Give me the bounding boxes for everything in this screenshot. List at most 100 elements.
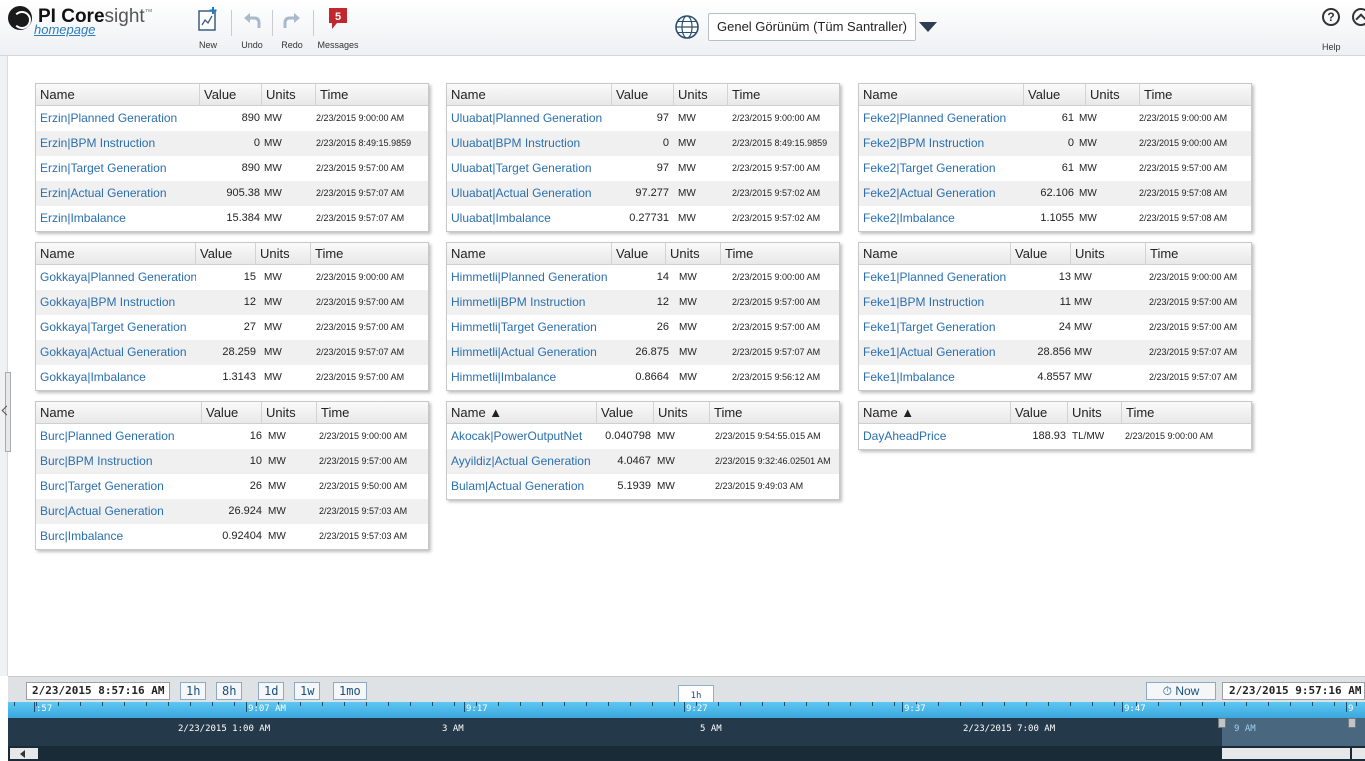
cell-name[interactable]: Burc|BPM Instruction: [36, 449, 196, 474]
overview-end-handle[interactable]: [1348, 718, 1356, 728]
table-row[interactable]: Gokkaya|Planned Generation 15 MW 2/23/2015 …: [36, 265, 428, 290]
cell-name[interactable]: Erzin|BPM Instruction: [36, 131, 196, 156]
chevron-down-icon[interactable]: [919, 22, 937, 32]
column-header-name[interactable]: Name: [447, 243, 612, 265]
column-header-time[interactable]: Time: [728, 84, 841, 106]
homepage-link[interactable]: homepage: [34, 22, 95, 37]
table-row[interactable]: Gokkaya|Actual Generation 28.259 MW 2/23/20…: [36, 340, 428, 365]
cell-name[interactable]: Burc|Imbalance: [36, 524, 196, 549]
column-header-name[interactable]: Name: [36, 402, 202, 424]
column-header-time[interactable]: Time: [1146, 243, 1253, 265]
cell-name[interactable]: Feke1|Actual Generation: [859, 340, 1009, 365]
column-header-units[interactable]: Units: [1086, 84, 1140, 106]
undo-button[interactable]: Undo: [230, 4, 274, 52]
scroll-right-button[interactable]: [1352, 748, 1365, 759]
cell-name[interactable]: Uluabat|Planned Generation: [447, 106, 607, 131]
cell-name[interactable]: Gokkaya|Actual Generation: [36, 340, 196, 365]
display-selector[interactable]: Genel Görünüm (Tüm Santraller): [708, 13, 917, 41]
cell-name[interactable]: Uluabat|Actual Generation: [447, 181, 607, 206]
scroll-left-button[interactable]: [10, 748, 38, 759]
column-header-units[interactable]: Units: [666, 243, 721, 265]
table-row[interactable]: Uluabat|Target Generation 97 MW 2/23/2015 9…: [447, 156, 839, 181]
column-header-units[interactable]: Units: [256, 243, 311, 265]
column-header-value[interactable]: Value: [1024, 84, 1086, 106]
cell-name[interactable]: Erzin|Planned Generation: [36, 106, 196, 131]
column-header-value[interactable]: Value: [1011, 402, 1068, 424]
cell-name[interactable]: Feke2|Target Generation: [859, 156, 1019, 181]
table-row[interactable]: Feke2|Actual Generation 62.106 MW 2/23/2015…: [859, 181, 1251, 206]
expand-pane-handle[interactable]: [5, 372, 11, 452]
cell-name[interactable]: Feke2|BPM Instruction: [859, 131, 1019, 156]
range-button-8h[interactable]: 8h: [216, 682, 243, 700]
now-button[interactable]: ⏱ Now: [1146, 682, 1216, 700]
column-header-name[interactable]: Name: [859, 243, 1011, 265]
table-row[interactable]: Feke1|Imbalance 4.8557 MW 2/23/2015 9:57:07…: [859, 365, 1251, 390]
table-row[interactable]: Erzin|Actual Generation 905.38 MW 2/23/2015…: [36, 181, 428, 206]
time-scale[interactable]: :57 9:07 AM 9:17 9:27 9:37 9:47 9: [8, 702, 1365, 718]
table-row[interactable]: Himmetli|Imbalance 0.8664 MW 2/23/2015 9:56…: [447, 365, 839, 390]
cell-name[interactable]: Gokkaya|Imbalance: [36, 365, 196, 390]
table-row[interactable]: Uluabat|BPM Instruction 0 MW 2/23/2015 8:49…: [447, 131, 839, 156]
scroll-thumb[interactable]: [1222, 748, 1350, 759]
column-header-value[interactable]: Value: [597, 402, 654, 424]
column-header-name[interactable]: Name: [36, 243, 196, 265]
column-header-value[interactable]: Value: [200, 84, 262, 106]
new-button[interactable]: New: [186, 4, 230, 52]
cell-name[interactable]: Gokkaya|BPM Instruction: [36, 290, 196, 315]
cell-name[interactable]: Himmetli|Planned Generation: [447, 265, 609, 290]
cell-name[interactable]: Ayyildiz|Actual Generation: [447, 449, 601, 474]
table-row[interactable]: Erzin|Planned Generation 890 MW 2/23/2015 9…: [36, 106, 428, 131]
table-row[interactable]: DayAheadPrice 188.93 TL/MW 2/23/2015 9:00:0…: [859, 424, 1251, 449]
column-header-time[interactable]: Time: [311, 243, 430, 265]
redo-button[interactable]: Redo: [270, 4, 314, 52]
table-row[interactable]: Uluabat|Imbalance 0.27731 MW 2/23/2015 9:57…: [447, 206, 839, 231]
cell-name[interactable]: Himmetli|Actual Generation: [447, 340, 609, 365]
column-header-value[interactable]: Value: [202, 402, 262, 424]
start-time-field[interactable]: 2/23/2015 8:57:16 AM: [26, 682, 171, 700]
table-row[interactable]: Erzin|Imbalance 15.384 MW 2/23/2015 9:57:07…: [36, 206, 428, 231]
collapse-header-icon[interactable]: [1352, 8, 1365, 26]
table-row[interactable]: Burc|BPM Instruction 10 MW 2/23/2015 9:57:0…: [36, 449, 428, 474]
cell-name[interactable]: Gokkaya|Planned Generation: [36, 265, 196, 290]
table-row[interactable]: Feke1|Target Generation 24 MW 2/23/2015 9:5…: [859, 315, 1251, 340]
cell-name[interactable]: Uluabat|Imbalance: [447, 206, 607, 231]
table-row[interactable]: Feke1|BPM Instruction 11 MW 2/23/2015 9:57:…: [859, 290, 1251, 315]
column-header-units[interactable]: Units: [674, 84, 728, 106]
table-row[interactable]: Feke2|Target Generation 61 MW 2/23/2015 9:5…: [859, 156, 1251, 181]
column-header-time[interactable]: Time: [721, 243, 841, 265]
cell-name[interactable]: Himmetli|Target Generation: [447, 315, 609, 340]
messages-button[interactable]: 5 Messages: [316, 4, 360, 52]
column-header-units[interactable]: Units: [262, 402, 317, 424]
end-time-field[interactable]: 2/23/2015 9:57:16 AM: [1222, 682, 1365, 700]
cell-name[interactable]: Burc|Target Generation: [36, 474, 196, 499]
cell-name[interactable]: Feke1|Planned Generation: [859, 265, 1009, 290]
table-row[interactable]: Burc|Imbalance 0.92404 MW 2/23/2015 9:57:03…: [36, 524, 428, 549]
column-header-name[interactable]: Name ▲: [447, 402, 597, 424]
cell-name[interactable]: Feke2|Imbalance: [859, 206, 1019, 231]
overview-start-handle[interactable]: [1218, 718, 1226, 728]
table-row[interactable]: Burc|Target Generation 26 MW 2/23/2015 9:50…: [36, 474, 428, 499]
cell-name[interactable]: Feke1|BPM Instruction: [859, 290, 1009, 315]
table-row[interactable]: Feke2|BPM Instruction 0 MW 2/23/2015 9:00:0…: [859, 131, 1251, 156]
table-row[interactable]: Himmetli|Actual Generation 26.875 MW 2/23/2…: [447, 340, 839, 365]
range-button-1w[interactable]: 1w: [294, 682, 321, 700]
cell-name[interactable]: DayAheadPrice: [859, 424, 1009, 449]
cell-name[interactable]: Uluabat|BPM Instruction: [447, 131, 607, 156]
cell-name[interactable]: Bulam|Actual Generation: [447, 474, 601, 499]
table-row[interactable]: Gokkaya|BPM Instruction 12 MW 2/23/2015 9:5…: [36, 290, 428, 315]
column-header-time[interactable]: Time: [1122, 402, 1253, 424]
cell-name[interactable]: Erzin|Target Generation: [36, 156, 196, 181]
column-header-time[interactable]: Time: [710, 402, 841, 424]
column-header-units[interactable]: Units: [1068, 402, 1122, 424]
cell-name[interactable]: Uluabat|Target Generation: [447, 156, 607, 181]
column-header-name[interactable]: Name: [859, 84, 1024, 106]
cell-name[interactable]: Feke2|Actual Generation: [859, 181, 1019, 206]
cell-name[interactable]: Feke1|Imbalance: [859, 365, 1009, 390]
table-row[interactable]: Feke1|Planned Generation 13 MW 2/23/2015 9:…: [859, 265, 1251, 290]
column-header-units[interactable]: Units: [1071, 243, 1146, 265]
table-row[interactable]: Akocak|PowerOutputNet 0.040798 MW 2/23/2015…: [447, 424, 839, 449]
overview-scale[interactable]: 9 AM 2/23/2015 1:00 AM 3 AM 5 AM 2/23/2015 …: [8, 718, 1365, 746]
column-header-value[interactable]: Value: [612, 243, 666, 265]
cell-name[interactable]: Burc|Actual Generation: [36, 499, 196, 524]
table-row[interactable]: Burc|Actual Generation 26.924 MW 2/23/2015 …: [36, 499, 428, 524]
